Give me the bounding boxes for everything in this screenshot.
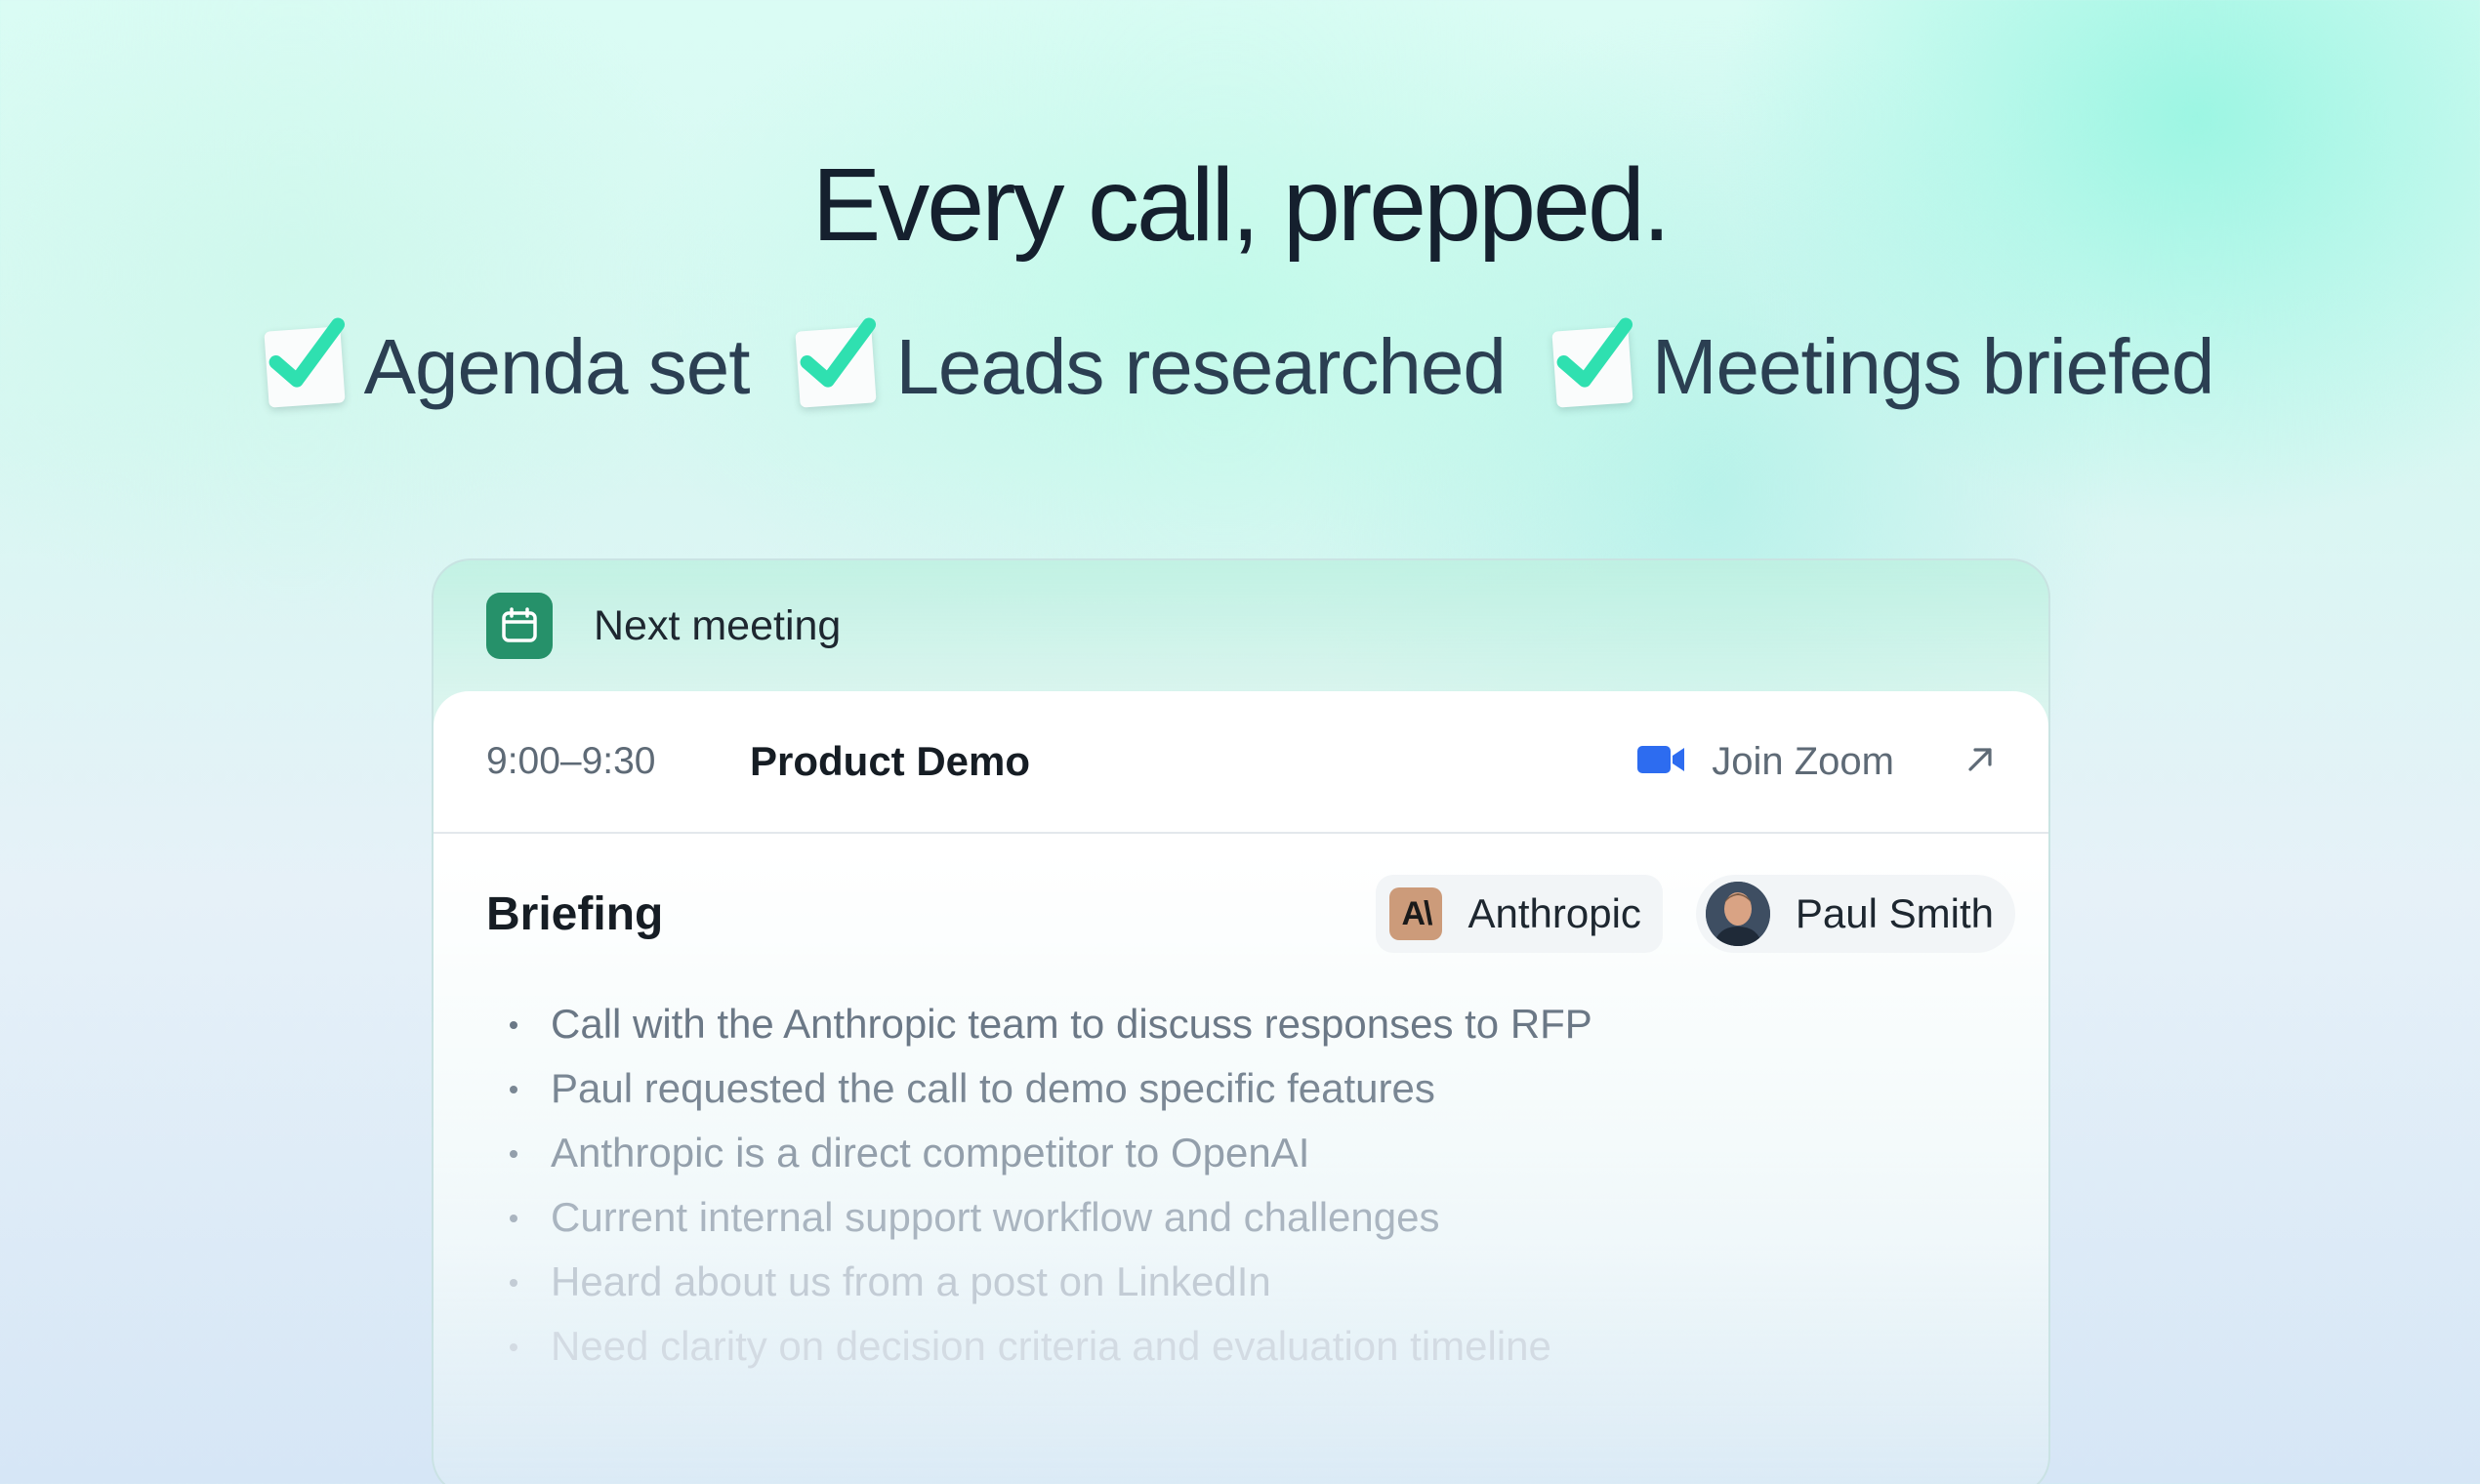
avatar <box>1705 882 1770 946</box>
meeting-title: Product Demo <box>750 738 1031 784</box>
card-header: Next meeting <box>434 560 2048 691</box>
checklist-item-agenda: Agenda set <box>264 317 751 412</box>
list-item: Call with the Anthropic team to discuss … <box>510 992 2048 1056</box>
person-chip-label: Paul Smith <box>1795 890 1994 936</box>
next-meeting-card: Next meeting 9:00–9:30 Product Demo Join… <box>432 558 2050 1484</box>
checklist-label: Leads researched <box>895 323 1506 410</box>
list-item: Need clarity on decision criteria and ev… <box>510 1314 2048 1379</box>
join-zoom-button[interactable]: Join Zoom <box>1637 740 1894 784</box>
briefing-header: Briefing A\ Anthropic Paul Smith <box>434 834 2048 953</box>
meeting-time: 9:00–9:30 <box>486 740 656 782</box>
headline: Every call, prepped. <box>811 147 1672 263</box>
briefing-list: Call with the Anthropic team to discuss … <box>434 953 2048 1379</box>
list-item: Current internal support workflow and ch… <box>510 1185 2048 1250</box>
checkmark-icon <box>264 317 346 408</box>
next-meeting-label: Next meeting <box>594 601 842 649</box>
checkmark-icon <box>1551 317 1633 408</box>
calendar-icon <box>486 593 553 659</box>
checkmark-icon <box>795 317 878 408</box>
list-item: Heard about us from a post on LinkedIn <box>510 1250 2048 1314</box>
anthropic-logo-icon: A\ <box>1389 887 1443 940</box>
join-zoom-label: Join Zoom <box>1712 739 1894 783</box>
company-chip[interactable]: A\ Anthropic <box>1376 875 1663 953</box>
briefing-title: Briefing <box>486 887 664 940</box>
meeting-row[interactable]: 9:00–9:30 Product Demo Join Zoom <box>434 691 2048 834</box>
list-item: Anthropic is a direct competitor to Open… <box>510 1121 2048 1185</box>
checklist-item-meetings: Meetings briefed <box>1551 317 2214 412</box>
checklist-label: Agenda set <box>363 323 751 410</box>
company-chip-label: Anthropic <box>1467 890 1641 936</box>
meeting-panel: 9:00–9:30 Product Demo Join Zoom Briefin… <box>434 691 2048 1484</box>
checklist-item-leads: Leads researched <box>795 317 1507 412</box>
checklist: Agenda set Leads researched Meetings bri… <box>0 317 2480 412</box>
video-camera-icon <box>1637 744 1686 780</box>
person-chip[interactable]: Paul Smith <box>1695 875 2015 953</box>
checklist-label: Meetings briefed <box>1651 323 2214 410</box>
external-link-icon[interactable] <box>1964 744 1996 780</box>
list-item: Paul requested the call to demo specific… <box>510 1056 2048 1121</box>
